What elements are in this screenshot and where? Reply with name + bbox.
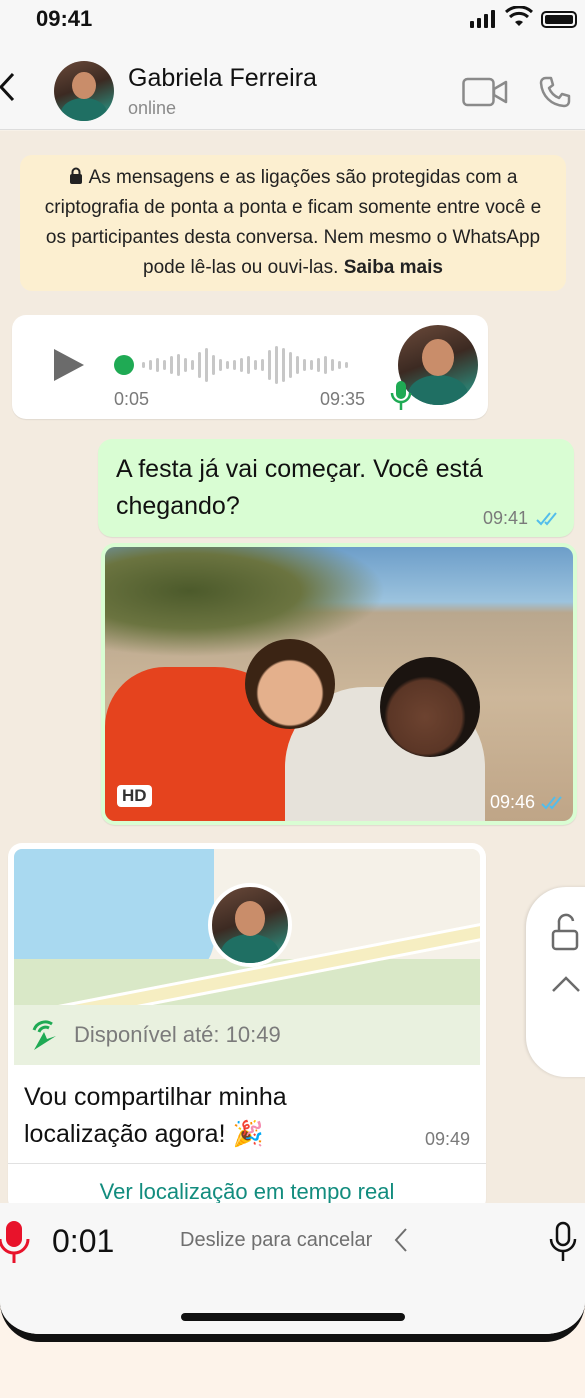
message-timestamp: 09:41 (482, 508, 528, 528)
recording-timer: 0:01 (52, 1223, 115, 1259)
waveform-bar (338, 361, 341, 369)
photo-image[interactable]: HD 09:46 (105, 547, 573, 821)
waveform-bar (149, 360, 152, 370)
back-chevron-icon[interactable] (0, 72, 16, 102)
waveform-bar (198, 352, 201, 378)
battery-icon (541, 11, 577, 28)
waveform-bar (226, 361, 229, 369)
waveform-bar (303, 359, 306, 371)
waveform-bar (296, 356, 299, 374)
location-avatar (208, 883, 292, 967)
voice-message[interactable]: 0:05 09:35 (12, 315, 488, 419)
read-receipt-icon (541, 795, 562, 809)
live-until-label: Disponível até: 10:49 (74, 1022, 281, 1047)
live-location-message[interactable]: Disponível até: 10:49 Vou compartilhar m… (8, 843, 486, 1203)
waveform-bar (289, 352, 292, 378)
wifi-icon (505, 6, 533, 26)
waveform-bar (191, 360, 194, 370)
waveform-bar (254, 360, 257, 370)
location-caption: Vou compartilhar minha localização agora… (24, 1083, 287, 1148)
waveform-bar (177, 354, 180, 376)
location-timestamp: 09:49 (424, 1129, 470, 1149)
waveform-bar (275, 346, 278, 384)
waveform-bar (317, 358, 320, 372)
message-meta: 09:41 (483, 508, 562, 529)
waveform-bar (247, 356, 250, 374)
status-bar: 09:41 (0, 0, 585, 44)
playhead-dot[interactable] (114, 355, 134, 375)
chat-header: Gabriela Ferreira online (0, 44, 585, 130)
waveform-bar (219, 359, 222, 371)
status-time: 09:41 (36, 6, 93, 31)
chevron-left-icon (394, 1228, 407, 1252)
waveform-bar (212, 355, 215, 375)
waveform-bar (142, 362, 145, 368)
play-icon[interactable] (52, 347, 86, 383)
location-map[interactable] (14, 849, 480, 1005)
waveform-bar (205, 348, 208, 382)
live-location-bar: Disponível até: 10:49 (14, 1005, 480, 1065)
contact-avatar[interactable] (54, 61, 114, 121)
waveform-bar (156, 358, 159, 372)
waveform-bar (282, 348, 285, 382)
waveform-bar (261, 359, 264, 371)
waveform-bar (345, 362, 348, 368)
waveform-bar (170, 356, 173, 374)
waveform-bar (268, 350, 271, 380)
outgoing-photo-message[interactable]: HD 09:46 (101, 543, 577, 825)
recording-mic-icon (0, 1221, 30, 1263)
chevron-up-icon (552, 976, 580, 992)
view-live-location-button[interactable]: Ver localização em tempo real (8, 1179, 486, 1203)
voice-waveform[interactable] (114, 345, 348, 385)
contact-name[interactable]: Gabriela Ferreira (128, 64, 317, 93)
chat-area: As mensagens e as ligações são protegida… (0, 131, 585, 1203)
waveform-bar (233, 360, 236, 370)
slide-to-cancel-hint[interactable]: Deslize para cancelar (180, 1229, 372, 1252)
waveform-bar (184, 358, 187, 372)
learn-more-link[interactable]: Saiba mais (344, 257, 443, 278)
video-call-icon[interactable] (462, 77, 508, 107)
waveform-bar (324, 356, 327, 374)
live-location-icon (32, 1020, 56, 1050)
photo-meta: 09:46 (490, 792, 567, 813)
voice-call-icon[interactable] (538, 75, 572, 109)
voice-timestamp: 09:35 (320, 389, 366, 409)
unlocked-padlock-icon[interactable] (550, 913, 580, 953)
photo-timestamp: 09:46 (489, 792, 535, 812)
lock-icon (69, 167, 82, 184)
recording-lock-panel[interactable] (526, 887, 585, 1077)
signal-icon (470, 10, 495, 28)
recording-bar: 0:01 Deslize para cancelar (0, 1203, 585, 1334)
mic-button-icon[interactable] (549, 1221, 577, 1263)
contact-status: online (128, 98, 177, 118)
mic-badge-icon (390, 381, 412, 410)
waveform-bar (240, 358, 243, 372)
encryption-notice[interactable]: As mensagens e as ligações são protegida… (20, 155, 566, 291)
outgoing-text-message[interactable]: A festa já vai começar. Você está chegan… (98, 439, 574, 537)
waveform-bar (331, 359, 334, 371)
waveform-bar (163, 360, 166, 370)
read-receipt-icon (536, 511, 557, 525)
home-indicator[interactable] (181, 1313, 405, 1321)
waveform-bar (310, 360, 313, 370)
encryption-notice-text: As mensagens e as ligações são protegida… (44, 167, 542, 278)
bubble-divider (8, 1163, 486, 1164)
voice-duration: 0:05 (114, 389, 150, 409)
hd-badge: HD (117, 785, 152, 807)
phone-screen: 09:41 Gabriela Ferreira online As mensag… (0, 0, 585, 1342)
